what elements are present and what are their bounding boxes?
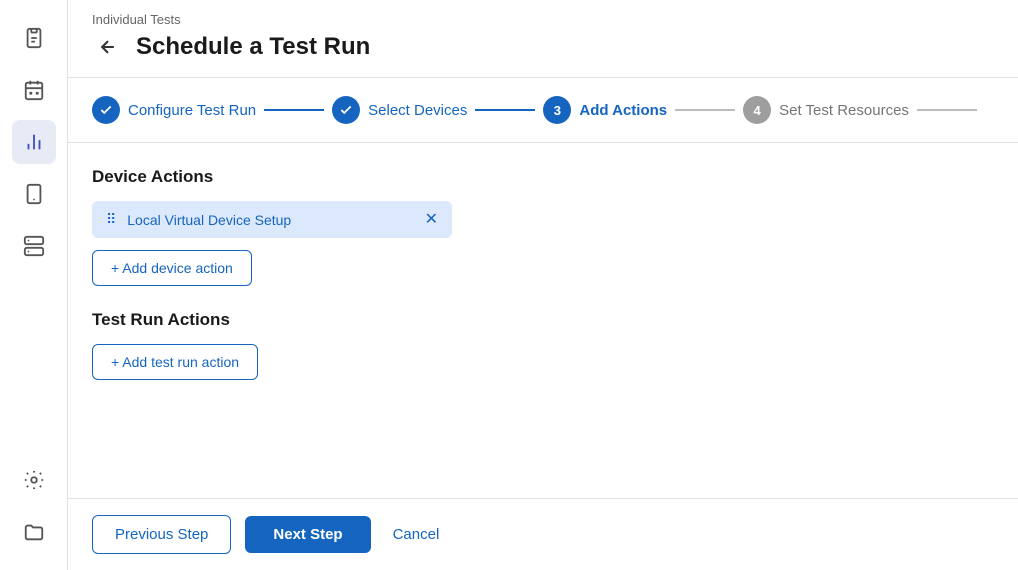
footer: Previous Step Next Step Cancel bbox=[68, 498, 1018, 570]
device-actions-title: Device Actions bbox=[92, 167, 994, 187]
add-device-action-button[interactable]: + Add device action bbox=[92, 250, 252, 286]
step-1-label: Configure Test Run bbox=[128, 102, 256, 119]
sidebar-item-clipboard[interactable] bbox=[12, 16, 56, 60]
drag-handle-icon[interactable]: ⠿ bbox=[106, 211, 117, 228]
breadcrumb: Individual Tests bbox=[92, 12, 994, 27]
sidebar-item-phone[interactable] bbox=[12, 172, 56, 216]
sidebar-item-chart[interactable] bbox=[12, 120, 56, 164]
step-3: 3 Add Actions bbox=[543, 96, 667, 124]
main-panel: Individual Tests Schedule a Test Run Con… bbox=[68, 0, 1018, 570]
cancel-button[interactable]: Cancel bbox=[385, 516, 448, 553]
step-4: 4 Set Test Resources bbox=[743, 96, 909, 124]
sidebar-item-calendar[interactable] bbox=[12, 68, 56, 112]
device-action-chip: ⠿ Local Virtual Device Setup ✕ bbox=[92, 201, 452, 238]
step-3-label: Add Actions bbox=[579, 102, 667, 119]
connector-3 bbox=[675, 109, 735, 111]
connector-2 bbox=[475, 109, 535, 111]
step-4-label: Set Test Resources bbox=[779, 102, 909, 119]
content-area: Device Actions ⠿ Local Virtual Device Se… bbox=[68, 143, 1018, 498]
connector-4 bbox=[917, 109, 977, 111]
header: Individual Tests Schedule a Test Run bbox=[68, 0, 1018, 78]
connector-1 bbox=[264, 109, 324, 111]
step-3-circle: 3 bbox=[543, 96, 571, 124]
back-button[interactable] bbox=[92, 31, 124, 63]
sidebar-item-folder[interactable] bbox=[12, 510, 56, 554]
next-step-button[interactable]: Next Step bbox=[245, 516, 370, 553]
step-1: Configure Test Run bbox=[92, 96, 256, 124]
step-2-circle bbox=[332, 96, 360, 124]
page-title: Schedule a Test Run bbox=[136, 33, 370, 61]
step-2: Select Devices bbox=[332, 96, 467, 124]
step-1-circle bbox=[92, 96, 120, 124]
step-4-circle: 4 bbox=[743, 96, 771, 124]
step-2-label: Select Devices bbox=[368, 102, 467, 119]
device-action-label: Local Virtual Device Setup bbox=[127, 212, 414, 228]
sidebar bbox=[0, 0, 68, 570]
test-run-actions-title: Test Run Actions bbox=[92, 310, 994, 330]
sidebar-item-server[interactable] bbox=[12, 224, 56, 268]
add-test-run-action-button[interactable]: + Add test run action bbox=[92, 344, 258, 380]
stepper: Configure Test Run Select Devices 3 Add … bbox=[68, 78, 1018, 143]
sidebar-item-settings[interactable] bbox=[12, 458, 56, 502]
previous-step-button[interactable]: Previous Step bbox=[92, 515, 231, 554]
close-icon[interactable]: ✕ bbox=[425, 212, 438, 228]
